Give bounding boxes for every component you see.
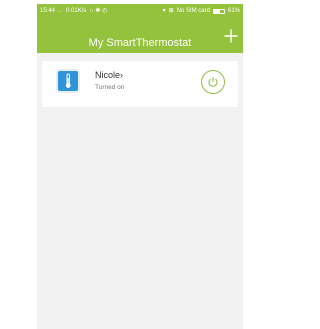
thermometer-glyph: [65, 73, 71, 88]
chevron-right-icon: ›: [120, 70, 124, 80]
battery-fill: [213, 9, 221, 13]
app-screen: 15:44 ... 0.01K/s ∩ ✱ ◴ ▾ ⊠ No SIM card …: [37, 4, 243, 329]
battery-icon: [212, 8, 225, 14]
sim-icon: ⊠: [168, 8, 174, 14]
status-ellipsis: ...: [57, 8, 63, 14]
status-right: ▾ ⊠ No SIM card 61%: [163, 4, 243, 18]
device-name-link[interactable]: Nicole›: [95, 69, 123, 81]
power-icon: [208, 76, 218, 87]
add-device-button[interactable]: [224, 29, 238, 43]
battery-percent: 61%: [227, 8, 240, 14]
plus-icon: [224, 29, 238, 43]
device-name: Nicole: [95, 70, 121, 80]
status-left: 15:44 ... 0.01K/s ∩ ✱ ◴: [37, 4, 107, 18]
thermometer-icon: [56, 69, 80, 93]
status-indicator-icons: ∩ ✱ ◴: [89, 8, 108, 14]
page-title: My SmartThermostat: [88, 37, 192, 49]
sim-status: No SIM card: [176, 8, 210, 14]
wifi-icon: ▾: [162, 8, 166, 14]
status-bar: 15:44 ... 0.01K/s ∩ ✱ ◴ ▾ ⊠ No SIM card …: [37, 4, 243, 18]
device-status: Turned on: [95, 84, 125, 91]
network-speed: 0.01K/s: [66, 8, 87, 14]
device-card[interactable]: Nicole› Turned on: [42, 61, 238, 107]
status-time: 15:44: [40, 8, 56, 14]
power-button[interactable]: [201, 70, 225, 94]
app-header: My SmartThermostat: [37, 18, 243, 53]
